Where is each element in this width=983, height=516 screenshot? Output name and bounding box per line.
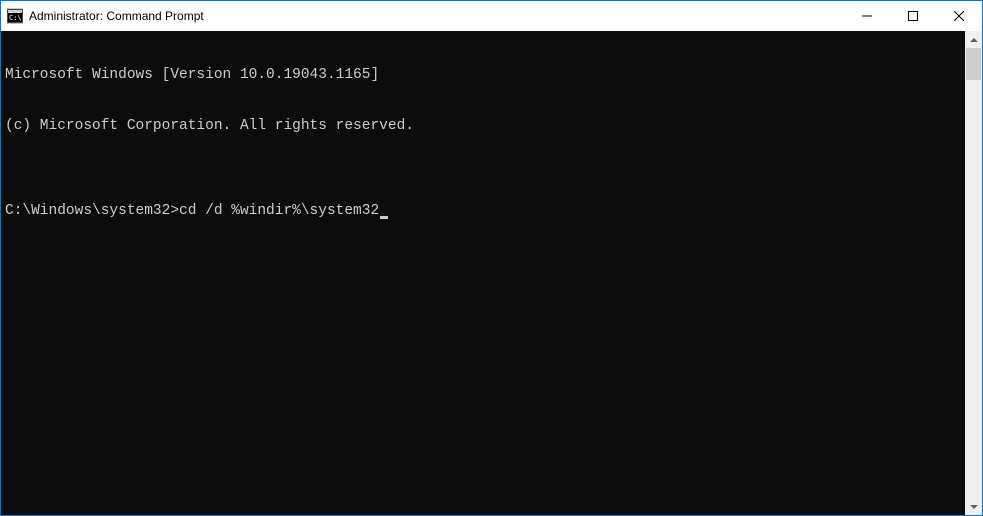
console-area: Microsoft Windows [Version 10.0.19043.11… xyxy=(1,31,982,515)
cmd-icon: C:\ xyxy=(7,8,23,24)
command-prompt-window: C:\ Administrator: Command Prompt xyxy=(1,1,982,515)
scroll-track[interactable] xyxy=(965,48,982,498)
scroll-down-button[interactable] xyxy=(965,498,982,515)
text-cursor xyxy=(380,216,388,219)
maximize-icon xyxy=(908,11,918,21)
console-line-copyright: (c) Microsoft Corporation. All rights re… xyxy=(5,118,961,135)
titlebar-left: C:\ Administrator: Command Prompt xyxy=(7,8,204,24)
close-button[interactable] xyxy=(936,1,982,31)
minimize-button[interactable] xyxy=(844,1,890,31)
console-line-version: Microsoft Windows [Version 10.0.19043.11… xyxy=(5,67,961,84)
close-icon xyxy=(954,11,964,21)
vertical-scrollbar[interactable] xyxy=(965,31,982,515)
chevron-down-icon xyxy=(970,505,978,509)
titlebar-controls xyxy=(844,1,982,31)
titlebar[interactable]: C:\ Administrator: Command Prompt xyxy=(1,1,982,31)
console-prompt-line: C:\Windows\system32>cd /d %windir%\syste… xyxy=(5,203,961,220)
scroll-thumb[interactable] xyxy=(966,48,981,80)
maximize-button[interactable] xyxy=(890,1,936,31)
minimize-icon xyxy=(862,11,872,21)
window-title: Administrator: Command Prompt xyxy=(29,9,204,23)
console-prompt: C:\Windows\system32> xyxy=(5,203,179,220)
chevron-up-icon xyxy=(970,38,978,42)
scroll-up-button[interactable] xyxy=(965,31,982,48)
svg-text:C:\: C:\ xyxy=(9,14,22,22)
console-command: cd /d %windir%\system32 xyxy=(179,203,379,220)
console-content[interactable]: Microsoft Windows [Version 10.0.19043.11… xyxy=(1,31,965,515)
